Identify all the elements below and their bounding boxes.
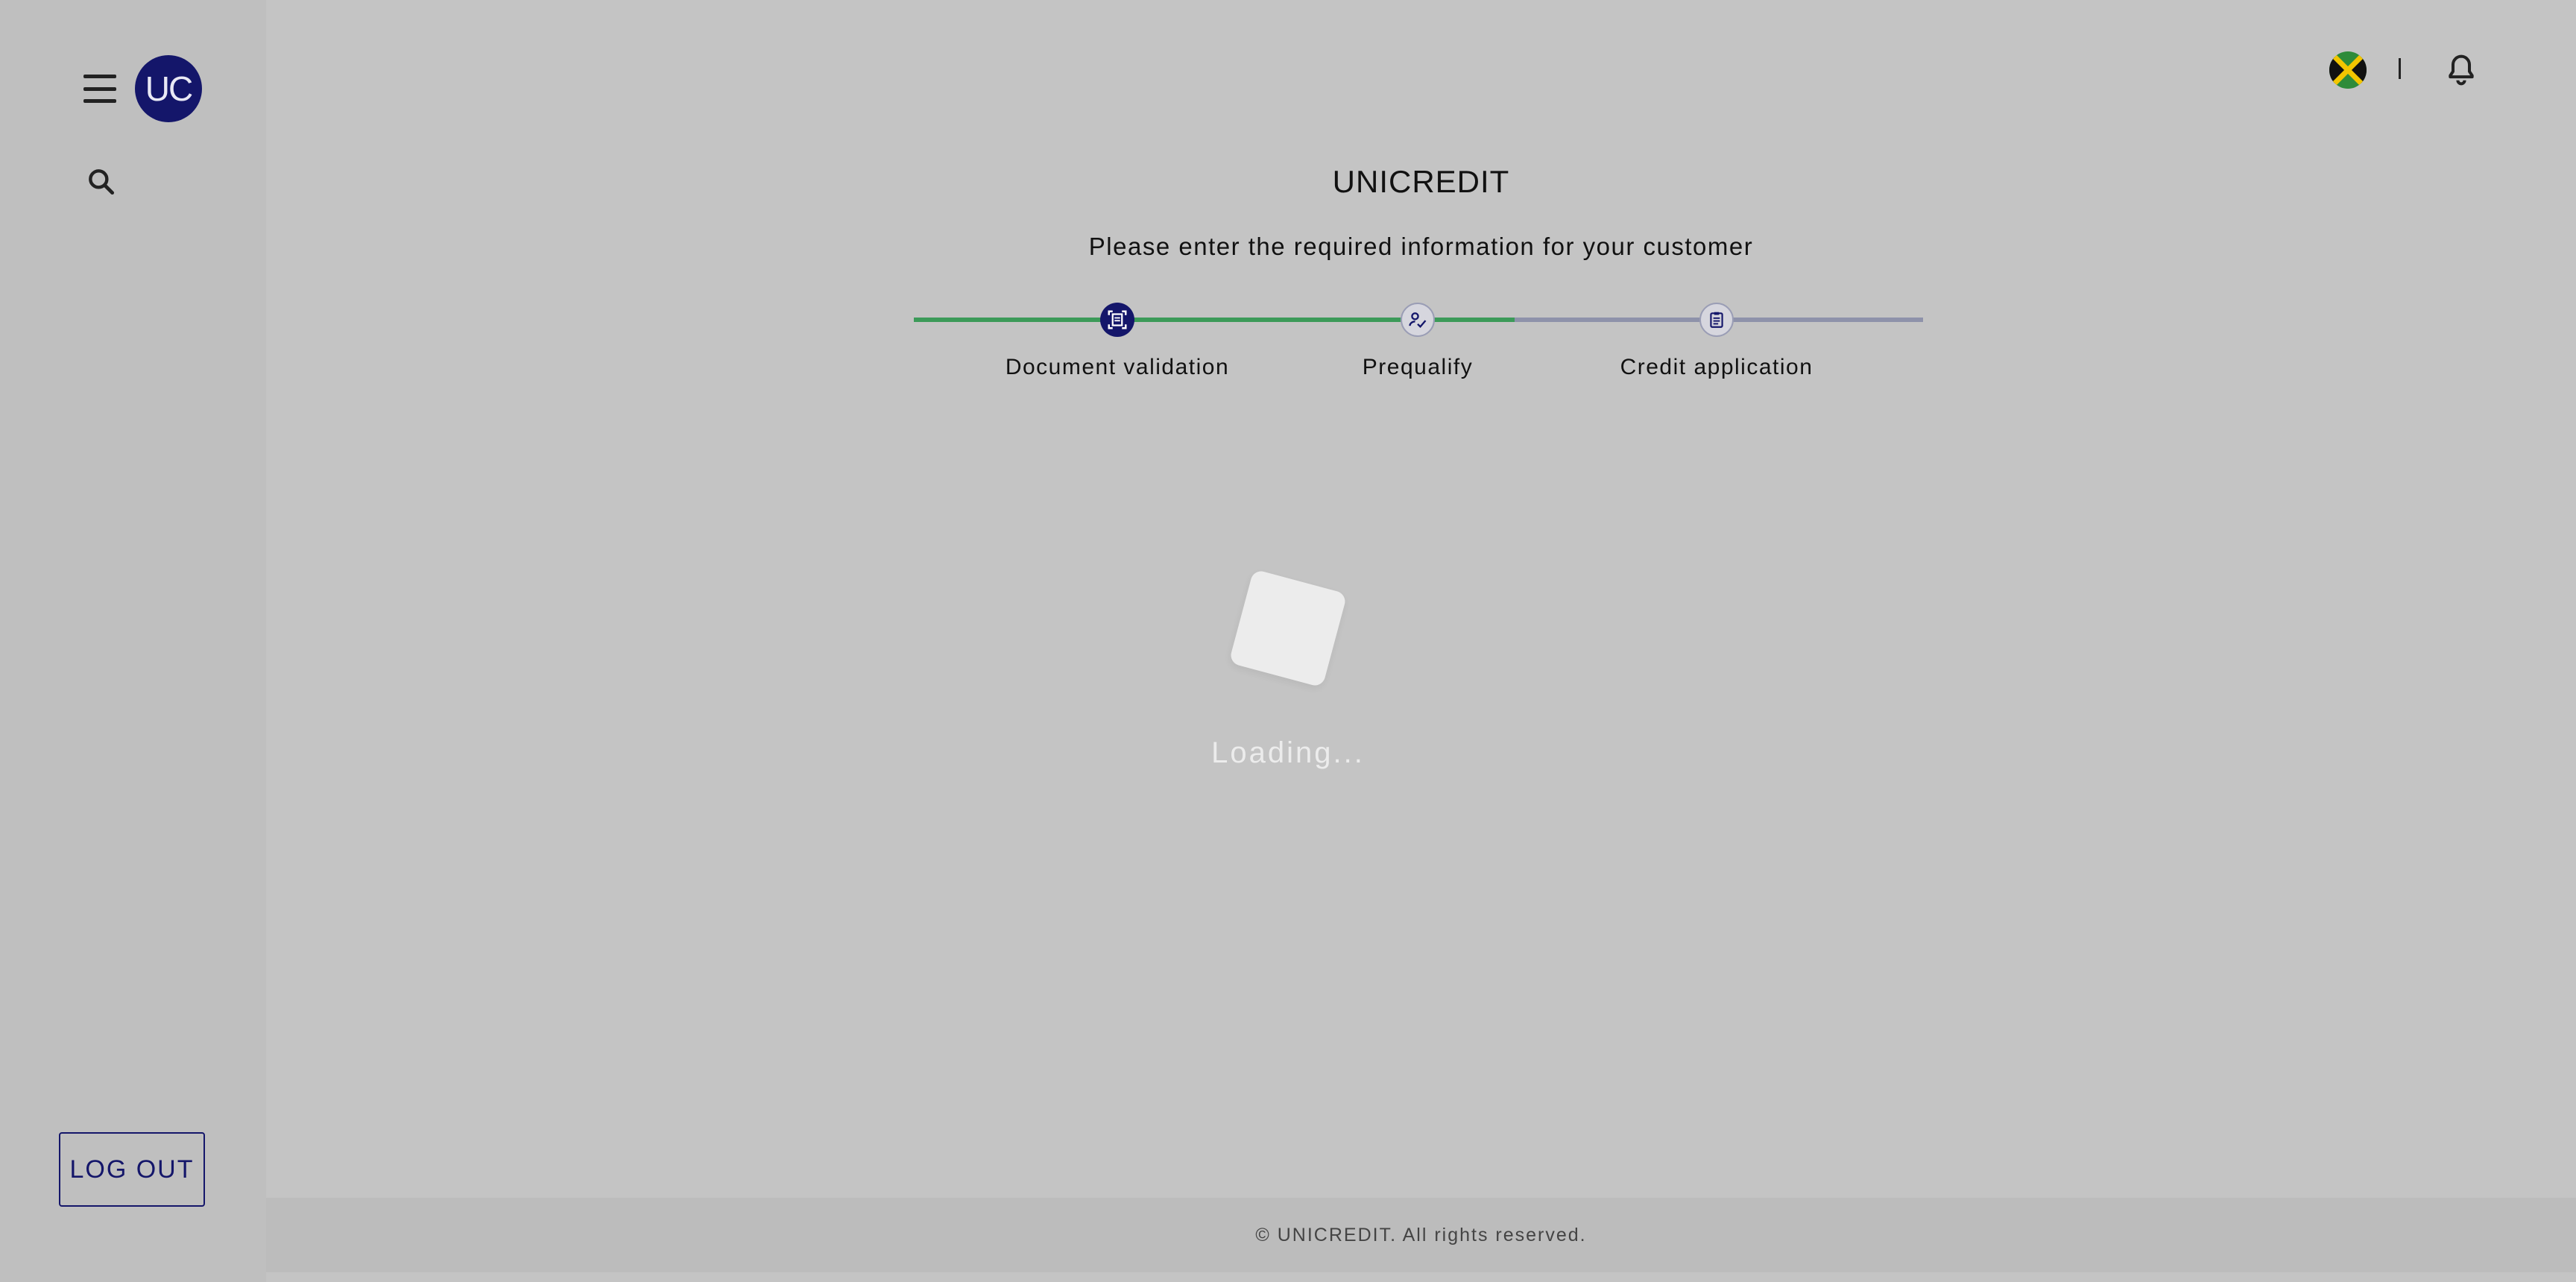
step-label-credit-application[interactable]: Credit application [1568, 355, 1866, 380]
logout-label: LOG OUT [69, 1155, 195, 1184]
bottom-strip [266, 1272, 2576, 1282]
step-label-prequalify[interactable]: Prequalify [1269, 355, 1567, 380]
step-prequalify[interactable] [1401, 303, 1435, 337]
page-subtitle: Please enter the required information fo… [1088, 233, 1754, 260]
step-label-document-validation[interactable]: Document validation [968, 355, 1266, 380]
progress-stepper: Document validation Prequalify Credit ap… [914, 298, 1923, 388]
footer: © UNICREDIT. All rights reserved. [266, 1198, 2576, 1272]
avatar[interactable]: UC [135, 55, 202, 122]
step-document-validation[interactable] [1100, 303, 1134, 337]
page-title: UNICREDIT [1332, 164, 1510, 199]
step-credit-application[interactable] [1699, 303, 1734, 337]
loading-spinner [1228, 569, 1348, 688]
document-scan-icon [1108, 310, 1127, 329]
sidebar: UC LOG OUT [0, 0, 266, 1282]
header-divider [2399, 58, 2401, 79]
loading-text: Loading... [1211, 736, 1365, 769]
jamaica-flag-icon[interactable] [2329, 51, 2367, 89]
search-icon[interactable] [85, 165, 118, 198]
clipboard-icon [1710, 312, 1723, 328]
bell-icon[interactable] [2445, 52, 2478, 88]
copyright-text: © UNICREDIT. All rights reserved. [1255, 1224, 1587, 1245]
menu-icon[interactable] [83, 75, 116, 103]
avatar-text: UC [145, 69, 193, 108]
logout-button[interactable]: LOG OUT [59, 1132, 205, 1207]
person-check-icon [1409, 312, 1427, 329]
